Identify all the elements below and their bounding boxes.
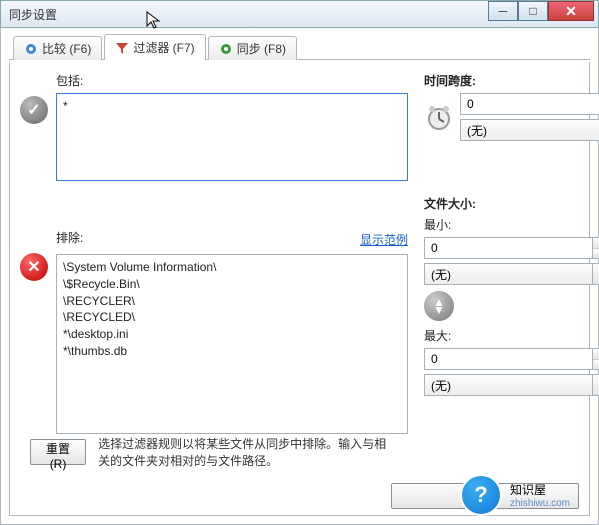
minimize-button[interactable]: ─ xyxy=(488,1,518,21)
filesize-max-label: 最大: xyxy=(424,327,579,344)
tabstrip: 比较 (F6) 过滤器 (F7) 同步 (F8) xyxy=(9,34,590,60)
tab-sync[interactable]: 同步 (F8) xyxy=(208,36,297,60)
filesize-group: 文件大小: 最小: ▲▼ ▼ xyxy=(424,195,579,396)
tab-compare[interactable]: 比较 (F6) xyxy=(13,36,102,60)
chevron-down-icon[interactable]: ▼ xyxy=(593,263,599,285)
filesize-min-unit[interactable] xyxy=(424,263,593,285)
dialog-buttons xyxy=(391,483,579,509)
spin-up-icon[interactable]: ▲ xyxy=(593,349,599,360)
spin-down-icon[interactable]: ▼ xyxy=(593,249,599,259)
timespan-unit[interactable] xyxy=(460,119,599,141)
filesize-min-input[interactable] xyxy=(424,237,593,259)
reset-button[interactable]: 重置(R) xyxy=(30,439,86,465)
spin-up-icon[interactable]: ▲ xyxy=(593,238,599,249)
window-title: 同步设置 xyxy=(9,6,57,23)
updown-arrows-icon: ▲▼ xyxy=(424,291,454,321)
timespan-unit-combo[interactable]: ▼ xyxy=(460,119,599,141)
client-area: 比较 (F6) 过滤器 (F7) 同步 (F8) ✓ 包括: * xyxy=(0,28,599,525)
tab-page-filter: ✓ 包括: * ✕ 排除: 显示范例 \System Volume Inform xyxy=(9,62,590,516)
show-example-link[interactable]: 显示范例 xyxy=(360,231,408,248)
filesize-min-spinner[interactable]: ▲▼ xyxy=(424,237,599,259)
filesize-max-spinner[interactable]: ▲▼ xyxy=(424,348,599,370)
tab-label: 过滤器 (F7) xyxy=(133,39,194,56)
footer: 重置(R) 选择过滤器规则以将某些文件从同步中排除。输入与相关的文件夹对相对的与… xyxy=(30,435,398,469)
filesize-max-unit[interactable] xyxy=(424,374,593,396)
spin-down-icon[interactable]: ▼ xyxy=(593,360,599,370)
exclude-label: 排除: xyxy=(56,229,83,246)
timespan-group: 时间跨度: ▲▼ ▼ xyxy=(424,72,579,141)
funnel-icon xyxy=(115,41,129,55)
include-textarea[interactable]: * xyxy=(56,93,408,181)
filesize-label: 文件大小: xyxy=(424,195,579,212)
tab-label: 同步 (F8) xyxy=(237,40,286,57)
filesize-min-unit-combo[interactable]: ▼ xyxy=(424,263,599,285)
footer-hint: 选择过滤器规则以将某些文件从同步中排除。输入与相关的文件夹对相对的与文件路径。 xyxy=(98,435,398,469)
titlebar: 同步设置 ─ □ ✕ xyxy=(0,0,599,28)
window-buttons: ─ □ ✕ xyxy=(488,1,594,21)
cross-icon: ✕ xyxy=(20,253,48,281)
cancel-button[interactable] xyxy=(489,483,579,509)
check-icon: ✓ xyxy=(20,96,48,124)
ok-button[interactable] xyxy=(391,483,481,509)
close-button[interactable]: ✕ xyxy=(548,1,594,21)
gear-icon xyxy=(24,42,38,56)
timespan-label: 时间跨度: xyxy=(424,72,579,89)
maximize-button[interactable]: □ xyxy=(518,1,548,21)
timespan-input[interactable] xyxy=(460,93,599,115)
filesize-min-label: 最小: xyxy=(424,216,579,233)
include-label: 包括: xyxy=(56,72,408,89)
timespan-spinner[interactable]: ▲▼ xyxy=(460,93,599,115)
include-group: ✓ 包括: * xyxy=(20,72,408,181)
filesize-max-unit-combo[interactable]: ▼ xyxy=(424,374,599,396)
exclude-group: ✕ 排除: 显示范例 \System Volume Information\ \… xyxy=(20,229,408,434)
sync-gear-icon xyxy=(219,42,233,56)
tab-label: 比较 (F6) xyxy=(42,40,91,57)
chevron-down-icon[interactable]: ▼ xyxy=(593,374,599,396)
tab-filter[interactable]: 过滤器 (F7) xyxy=(104,34,205,60)
exclude-textarea[interactable]: \System Volume Information\ \$Recycle.Bi… xyxy=(56,254,408,434)
clock-icon xyxy=(424,102,454,132)
filesize-max-input[interactable] xyxy=(424,348,593,370)
